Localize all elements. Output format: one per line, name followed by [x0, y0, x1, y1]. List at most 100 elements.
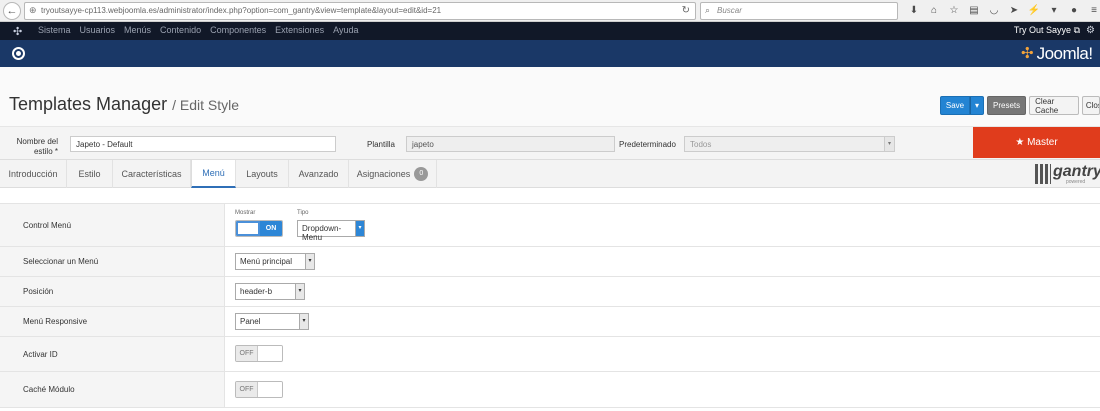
toggle-state: ON — [260, 221, 282, 236]
caret-down-icon: ▾ — [305, 254, 314, 269]
toolbar: Save ▾ Presets Clear Cache Close — [940, 96, 1100, 115]
master-button[interactable]: ★ Master — [973, 127, 1100, 158]
activar-id-label: Activar ID — [0, 337, 225, 371]
gantry-bars-icon — [1035, 164, 1051, 184]
gantry-wordmark: gantry — [1053, 163, 1100, 180]
user-name: Try Out Sayye — [1013, 25, 1072, 35]
template-field: japeto — [406, 136, 615, 152]
top-menu-items: Sistema Usuarios Menús Contenido Compone… — [38, 25, 359, 35]
caret-down-icon: ▾ — [299, 314, 308, 329]
menu-type-value: Dropdown-Menu — [302, 224, 342, 242]
toggle-knob — [236, 221, 260, 236]
joomla-logo-icon[interactable]: ✣ — [13, 25, 22, 38]
user-menu[interactable]: Try Out Sayye ⧉ — [1014, 25, 1080, 36]
default-select-value: Todos — [690, 140, 712, 149]
style-name-input[interactable]: Japeto - Default — [70, 136, 336, 152]
search-placeholder: Buscar — [717, 6, 742, 15]
setting-row-control-menu: Control Menú Mostrar ON Tipo Dropdown-Me… — [0, 203, 1100, 247]
site-circle-icon[interactable] — [12, 47, 25, 60]
clipboard-icon[interactable]: ▤ — [964, 3, 984, 19]
tab-asignaciones-label: Asignaciones — [356, 169, 411, 179]
joomla-wordmark: Joomla! — [1036, 44, 1094, 63]
select-menu-dropdown[interactable]: Menú principal ▾ — [235, 253, 315, 270]
external-link-icon: ⧉ — [1073, 25, 1080, 35]
show-menu-toggle[interactable]: ON — [235, 220, 283, 237]
browser-search-input[interactable]: ⌕ Buscar — [700, 2, 898, 20]
tab-avanzado[interactable]: Avanzado — [289, 160, 349, 188]
send-icon[interactable]: ➤ — [1004, 3, 1024, 19]
caret-down-icon: ▾ — [295, 284, 304, 299]
toggle-state: OFF — [236, 382, 258, 397]
tab-caracteristicas[interactable]: Características — [113, 160, 191, 188]
address-bar[interactable]: ⊕ tryoutsayye-cp113.webjoomla.es/adminis… — [24, 2, 696, 20]
clear-cache-button[interactable]: Clear Cache — [1029, 96, 1079, 115]
menu-icon[interactable]: ≡ — [1084, 3, 1100, 19]
bookmark-star-icon[interactable]: ☆ — [944, 3, 964, 19]
addon-icon[interactable]: ⚡ — [1024, 3, 1044, 19]
page-title-main: Templates Manager — [9, 94, 168, 114]
menu-item-sistema[interactable]: Sistema — [38, 25, 71, 35]
responsive-value: Panel — [240, 317, 261, 326]
position-select[interactable]: header-b ▾ — [235, 283, 305, 300]
position-value: header-b — [240, 287, 273, 296]
tab-layouts[interactable]: Layouts — [236, 160, 289, 188]
style-name-label: Nombre del estilo * — [16, 137, 58, 156]
menu-item-ayuda[interactable]: Ayuda — [333, 25, 358, 35]
setting-row-cache: Caché Módulo OFF — [0, 372, 1100, 408]
tab-introduccion[interactable]: Introducción — [0, 160, 67, 188]
browser-icon-row: ⬇ ⌂ ☆ ▤ ◡ ➤ ⚡ ▾ ● ≡ — [904, 3, 1100, 19]
select-menu-label: Seleccionar un Menú — [0, 247, 225, 276]
tab-estilo[interactable]: Estilo — [67, 160, 113, 188]
gear-icon[interactable]: ⚙ — [1086, 25, 1095, 36]
setting-row-position: Posición header-b ▾ — [0, 277, 1100, 307]
caret-down-icon: ▾ — [975, 101, 980, 110]
dropdown-arrow-icon[interactable]: ▾ — [1044, 3, 1064, 19]
cache-toggle[interactable]: OFF — [235, 381, 283, 398]
style-info-row: Nombre del estilo * Japeto - Default Pla… — [0, 127, 1100, 160]
browser-toolbar: ← ⊕ tryoutsayye-cp113.webjoomla.es/admin… — [0, 0, 1100, 22]
close-button[interactable]: Close — [1081, 96, 1100, 115]
gantry-powered: powered — [1066, 179, 1086, 185]
tab-bar: Introducción Estilo Características Menú… — [0, 160, 1100, 188]
toggle-state: OFF — [236, 346, 258, 361]
activar-id-toggle[interactable]: OFF — [235, 345, 283, 362]
pocket-icon[interactable]: ◡ — [984, 3, 1004, 19]
back-arrow-icon: ← — [6, 5, 18, 17]
menu-settings-panel: Control Menú Mostrar ON Tipo Dropdown-Me… — [0, 188, 1100, 411]
menu-item-componentes[interactable]: Componentes — [210, 25, 266, 35]
presets-button[interactable]: Presets — [987, 96, 1027, 115]
save-dropdown-button[interactable]: ▾ — [970, 96, 984, 115]
setting-row-responsive: Menú Responsive Panel ▾ — [0, 307, 1100, 337]
default-select[interactable]: Todos ▾ — [684, 136, 895, 152]
chat-icon[interactable]: ● — [1064, 3, 1084, 19]
show-label: Mostrar — [235, 210, 256, 216]
cache-label: Caché Módulo — [0, 372, 225, 407]
download-icon[interactable]: ⬇ — [904, 3, 924, 19]
position-label: Posición — [0, 277, 225, 306]
joomla-star-icon: ✣ — [1021, 45, 1034, 62]
setting-row-select-menu: Seleccionar un Menú Menú principal ▾ — [0, 247, 1100, 277]
menu-item-menus[interactable]: Menús — [124, 25, 151, 35]
menu-item-extensiones[interactable]: Extensiones — [275, 25, 324, 35]
globe-icon: ⊕ — [29, 5, 37, 15]
caret-down-icon: ▾ — [884, 137, 894, 151]
home-icon[interactable]: ⌂ — [924, 3, 944, 19]
save-button[interactable]: Save — [940, 96, 970, 115]
menu-type-select[interactable]: Dropdown-Menu ▾ — [297, 220, 365, 242]
tab-asignaciones[interactable]: Asignaciones 0 — [349, 160, 437, 188]
toggle-knob — [258, 382, 282, 397]
control-menu-label: Control Menú — [0, 204, 225, 246]
template-label: Plantilla — [366, 140, 395, 149]
responsive-select[interactable]: Panel ▾ — [235, 313, 309, 330]
page-title-sub: / Edit Style — [172, 97, 240, 113]
menu-item-usuarios[interactable]: Usuarios — [80, 25, 116, 35]
back-button[interactable]: ← — [3, 2, 21, 20]
page-header: Templates Manager / Edit Style Save ▾ Pr… — [0, 67, 1100, 127]
menu-item-contenido[interactable]: Contenido — [160, 25, 201, 35]
url-text: tryoutsayye-cp113.webjoomla.es/administr… — [41, 6, 442, 15]
select-menu-value: Menú principal — [240, 257, 293, 266]
admin-header: ✣ Joomla! — [0, 40, 1100, 67]
reload-icon[interactable]: ↻ — [682, 5, 690, 16]
page-title: Templates Manager / Edit Style — [9, 94, 239, 115]
tab-menu[interactable]: Menú — [191, 160, 236, 188]
